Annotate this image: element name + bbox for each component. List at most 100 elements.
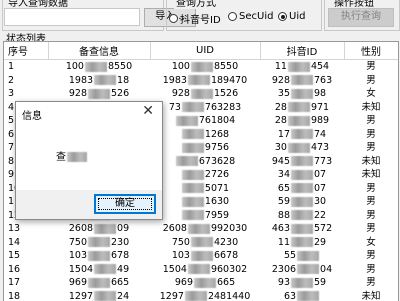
- close-icon[interactable]: ✕: [142, 103, 154, 119]
- redacted-text: [297, 264, 319, 274]
- cell-gender-text: 男: [366, 129, 376, 140]
- cell-douyin-id-text: 763: [314, 75, 332, 86]
- table-row[interactable]: 15103678103667855男: [4, 249, 398, 263]
- redacted-text: [94, 75, 116, 85]
- cell-uid-text: 100: [172, 61, 190, 72]
- cell-index-text: 4: [8, 102, 14, 113]
- cell-uid-text: 665: [217, 277, 235, 288]
- import-path-input[interactable]: [4, 8, 140, 26]
- cell-uid-text: 1526: [214, 88, 238, 99]
- cell-douyin-id-text: 34: [278, 169, 290, 180]
- cell-gender: 男: [344, 276, 398, 290]
- redacted-text: [182, 129, 204, 139]
- column-header-douyin-id[interactable]: 抖音ID: [260, 42, 344, 60]
- cell-douyin-id: 945773: [260, 155, 344, 169]
- redacted-text: [291, 197, 313, 207]
- column-header-index[interactable]: 序号: [4, 42, 48, 60]
- import-group: 导入查询数据 导入...: [2, 0, 162, 30]
- column-header-uid[interactable]: UID: [150, 42, 260, 60]
- cell-gender: 男: [344, 263, 398, 277]
- redacted-text: [291, 237, 313, 247]
- cell-gender: 男: [344, 249, 398, 263]
- cell-uid-text: 763283: [205, 102, 241, 113]
- cell-uid: 1983189470: [150, 74, 260, 88]
- redacted-text: [288, 143, 310, 153]
- redacted-text: [291, 156, 313, 166]
- table-row[interactable]: 132608092608992030463572男: [4, 222, 398, 236]
- cell-note: 750230: [48, 236, 150, 250]
- table-header-row: 序号 备查信息 UID 抖音ID 性别: [4, 42, 398, 60]
- cell-note: 969665: [48, 276, 150, 290]
- cell-uid-text: 4230: [214, 237, 238, 248]
- cell-note-text: 24: [117, 291, 129, 301]
- cell-douyin-id-text: 59: [278, 196, 290, 207]
- cell-douyin-id-text: 22: [314, 210, 326, 221]
- cell-note-text: 1297: [69, 291, 93, 301]
- table-row[interactable]: 179696659696659359男: [4, 276, 398, 290]
- cell-gender: 女: [344, 87, 398, 101]
- cell-index: 18: [4, 290, 48, 301]
- cell-gender-text: 男: [366, 115, 376, 126]
- cell-gender-text: 女: [366, 88, 376, 99]
- cell-douyin-id-text: 88: [278, 210, 290, 221]
- cell-index: 1: [4, 60, 48, 74]
- redacted-text: [291, 224, 313, 234]
- column-header-note[interactable]: 备查信息: [48, 42, 150, 60]
- redacted-text: [297, 251, 319, 261]
- table-row[interactable]: 161504491504960302230604男: [4, 263, 398, 277]
- cell-uid-text: 1983: [163, 75, 187, 86]
- ok-button[interactable]: 确定: [94, 194, 156, 214]
- query-method-group: 查询方式 抖音号ID SecUid Uid: [166, 0, 320, 30]
- cell-index-text: 16: [8, 264, 20, 275]
- cell-uid: 73 763283: [150, 101, 260, 115]
- cell-gender: 男: [344, 182, 398, 196]
- cell-gender-text: 男: [366, 223, 376, 234]
- cell-uid-text: 750: [172, 237, 190, 248]
- cell-uid-text: 7959: [205, 210, 229, 221]
- table-row[interactable]: 1475023075042301129女: [4, 236, 398, 250]
- redacted-text: [288, 102, 310, 112]
- cell-uid-text: 992030: [211, 223, 247, 234]
- radio-secuid[interactable]: SecUid: [228, 11, 273, 22]
- radio-douyin-id-circle: [169, 14, 178, 23]
- table-row[interactable]: 181297241297248144063未知: [4, 290, 398, 301]
- cell-gender: 男: [344, 114, 398, 128]
- radio-uid[interactable]: Uid: [278, 11, 305, 22]
- cell-gender: 男: [344, 74, 398, 88]
- cell-index-text: 9: [8, 169, 14, 180]
- redacted-text: [291, 75, 313, 85]
- cell-douyin-id: 9359: [260, 276, 344, 290]
- cell-douyin-id: 63: [260, 290, 344, 301]
- cell-gender-text: 男: [366, 277, 376, 288]
- cell-uid-text: 2726: [205, 169, 229, 180]
- cell-gender-text: 未知: [361, 156, 380, 167]
- cell-douyin-id-text: 30: [314, 196, 326, 207]
- execute-query-button[interactable]: 执行查询: [328, 8, 394, 27]
- redacted-text: [191, 62, 213, 72]
- column-header-gender[interactable]: 性别: [344, 42, 398, 60]
- cell-uid-text: 6678: [214, 250, 238, 261]
- cell-index-text: 17: [8, 277, 20, 288]
- redacted-text: [67, 152, 87, 162]
- redacted-text: [288, 62, 310, 72]
- cell-gender: 男: [344, 128, 398, 142]
- cell-douyin-id: 28971: [260, 101, 344, 115]
- cell-gender-text: 未知: [361, 169, 380, 180]
- cell-note-text: 678: [111, 250, 129, 261]
- cell-gender: 未知: [344, 290, 398, 301]
- cell-gender: 未知: [344, 155, 398, 169]
- radio-douyin-id[interactable]: 抖音号ID: [169, 11, 221, 26]
- table-row[interactable]: 11008550100855011454男: [4, 60, 398, 74]
- cell-gender: 未知: [344, 168, 398, 182]
- cell-note-text: 100: [66, 61, 84, 72]
- cell-uid: 750 4230: [150, 236, 260, 250]
- redacted-text: [191, 237, 213, 247]
- cell-index-text: 5: [8, 115, 14, 126]
- redacted-text: [182, 183, 204, 193]
- cell-douyin-id-text: 35: [278, 88, 290, 99]
- cell-douyin-id-text: 30: [275, 142, 287, 153]
- cell-uid-text: 73: [169, 102, 181, 113]
- cell-index-text: 1: [8, 61, 14, 72]
- table-row[interactable]: 21983181983189470928763男: [4, 74, 398, 88]
- table-row[interactable]: 392852692815263598女: [4, 87, 398, 101]
